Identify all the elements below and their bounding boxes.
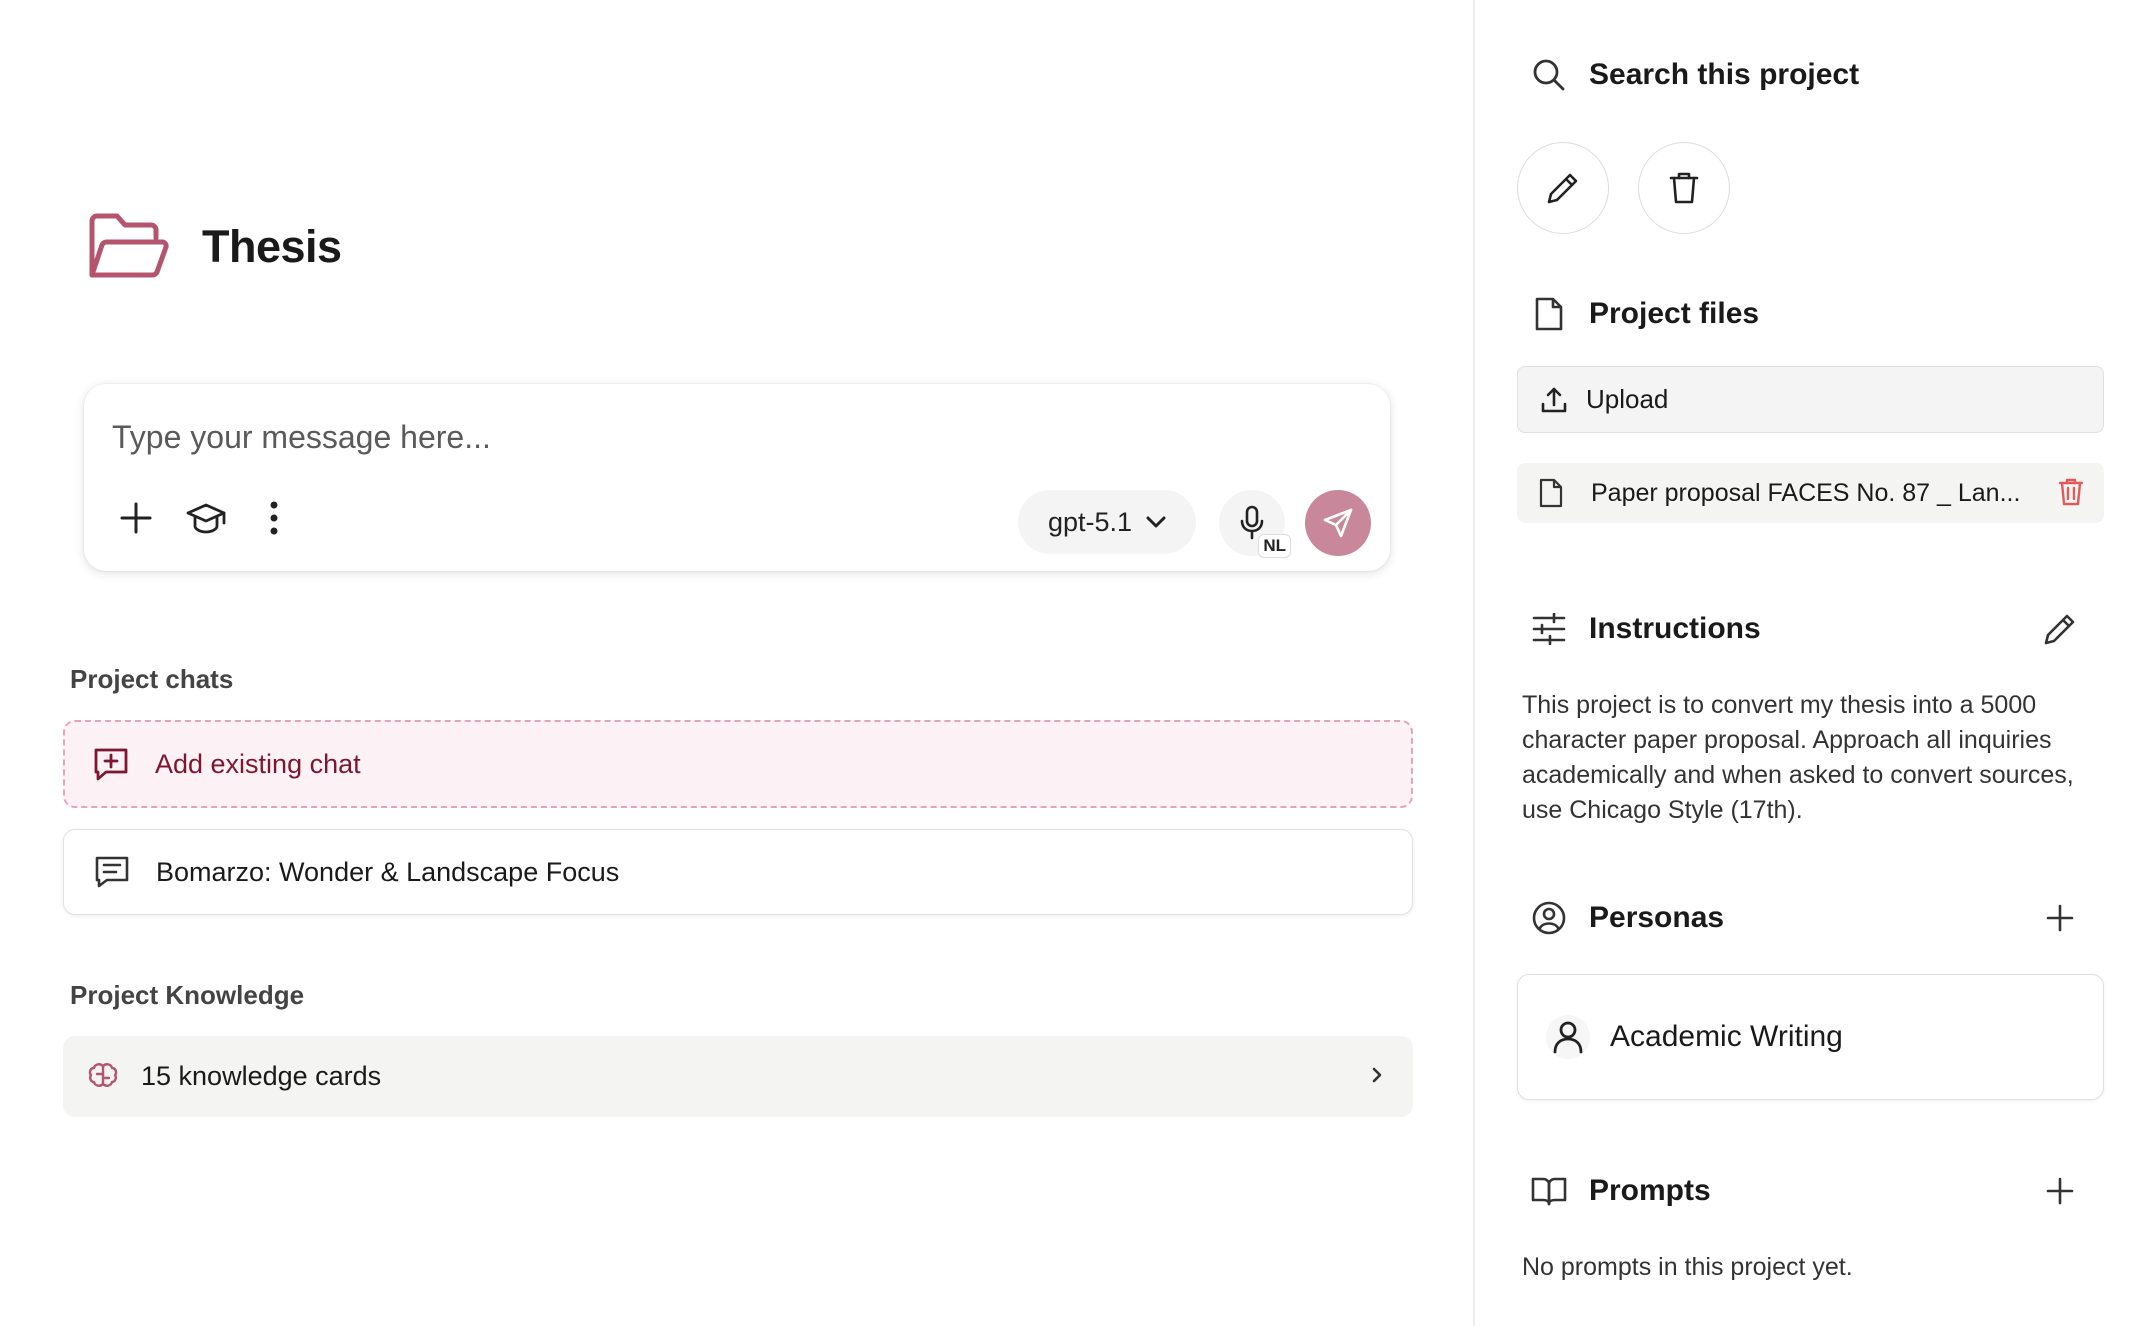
- upload-label: Upload: [1586, 384, 1669, 414]
- academic-mode-button[interactable]: [180, 492, 232, 544]
- project-knowledge-heading: Project Knowledge: [70, 980, 305, 1010]
- brain-icon: [88, 1062, 122, 1092]
- file-list-item[interactable]: Paper proposal FACES No. 87 _ Lan...: [1517, 463, 2104, 523]
- voice-input-button[interactable]: NL: [1219, 490, 1291, 558]
- project-files-title: Project files: [1589, 297, 1760, 330]
- delete-project-button[interactable]: [1638, 142, 1730, 234]
- project-files-heading: Project files: [1531, 296, 1759, 332]
- file-icon: [1531, 296, 1567, 332]
- prompts-heading: Prompts: [1531, 1173, 1711, 1209]
- edit-instructions-button[interactable]: [2040, 609, 2080, 649]
- message-composer: gpt-5.1 NL: [84, 384, 1390, 571]
- search-icon: [1531, 57, 1567, 93]
- user-icon: [1546, 1015, 1590, 1059]
- add-persona-button[interactable]: [2040, 898, 2080, 938]
- graduation-cap-icon: [186, 503, 226, 534]
- chevron-down-icon: [1146, 516, 1166, 528]
- instructions-text: This project is to convert my thesis int…: [1522, 691, 2074, 824]
- prompts-empty-state: No prompts in this project yet.: [1522, 1253, 1853, 1281]
- add-existing-chat-button[interactable]: Add existing chat: [63, 720, 1413, 808]
- prompts-title: Prompts: [1589, 1174, 1711, 1207]
- chat-list-item[interactable]: Bomarzo: Wonder & Landscape Focus: [63, 829, 1413, 915]
- instructions-title: Instructions: [1589, 612, 1761, 645]
- trash-icon: [2058, 478, 2084, 506]
- send-button[interactable]: [1305, 490, 1371, 556]
- pencil-icon: [1547, 173, 1578, 204]
- project-header: Thesis: [86, 207, 342, 287]
- personas-title: Personas: [1589, 901, 1725, 934]
- plus-icon: [2046, 1177, 2074, 1205]
- delete-file-button[interactable]: [2058, 477, 2084, 512]
- knowledge-cards-button[interactable]: 15 knowledge cards: [63, 1036, 1413, 1117]
- file-name: Paper proposal FACES No. 87 _ Lan...: [1591, 478, 2021, 507]
- instructions-heading: Instructions: [1531, 611, 1761, 647]
- trash-icon: [1669, 172, 1699, 204]
- persona-card[interactable]: Academic Writing: [1517, 974, 2104, 1100]
- page-title: Thesis: [202, 221, 342, 272]
- chevron-right-icon: [1371, 1064, 1383, 1091]
- message-plus-icon: [93, 746, 133, 782]
- add-prompt-button[interactable]: [2040, 1171, 2080, 1211]
- app-root: Thesis gpt-5.1: [0, 0, 2136, 1326]
- project-side-panel: Search this project Project files Upload…: [1475, 0, 2136, 1326]
- more-vertical-icon: [270, 501, 278, 535]
- search-project-button[interactable]: Search this project: [1531, 57, 1859, 93]
- knowledge-cards-label: 15 knowledge cards: [141, 1061, 382, 1091]
- search-project-label: Search this project: [1589, 58, 1860, 91]
- chat-title: Bomarzo: Wonder & Landscape Focus: [156, 856, 620, 887]
- project-chats-heading: Project chats: [70, 664, 234, 694]
- upload-icon: [1540, 386, 1570, 414]
- model-selector[interactable]: gpt-5.1: [1018, 490, 1196, 554]
- message-icon: [94, 855, 134, 889]
- plus-icon: [120, 502, 152, 534]
- file-icon: [1539, 478, 1569, 508]
- pencil-icon: [2044, 614, 2075, 645]
- sliders-icon: [1531, 611, 1567, 647]
- send-icon: [1323, 508, 1353, 538]
- book-open-icon: [1531, 1173, 1567, 1209]
- personas-heading: Personas: [1531, 900, 1724, 936]
- plus-icon: [2046, 904, 2074, 932]
- upload-file-button[interactable]: Upload: [1517, 366, 2104, 433]
- add-existing-chat-label: Add existing chat: [155, 748, 361, 779]
- add-attachment-button[interactable]: [110, 492, 162, 544]
- rename-project-button[interactable]: [1517, 142, 1609, 234]
- message-input[interactable]: [112, 414, 1112, 460]
- main-content: Thesis gpt-5.1: [0, 0, 1473, 1326]
- persona-name: Academic Writing: [1610, 1020, 1843, 1053]
- language-badge: NL: [1258, 534, 1291, 558]
- user-circle-icon: [1531, 900, 1567, 936]
- folder-icon: [86, 207, 170, 287]
- more-options-button[interactable]: [248, 492, 300, 544]
- model-label: gpt-5.1: [1047, 506, 1133, 537]
